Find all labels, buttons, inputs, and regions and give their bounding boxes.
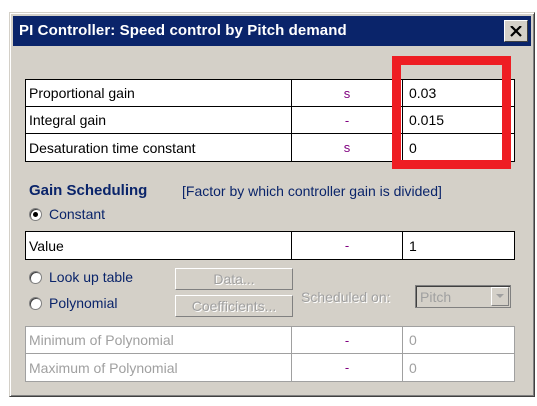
dropdown-arrow-button[interactable]: [491, 287, 509, 306]
value-grid: Value - 1: [25, 231, 515, 260]
data-button[interactable]: Data...: [175, 268, 293, 290]
param-row-desaturation-time: Desaturation time constant s 0: [26, 134, 514, 161]
radio-checked-icon[interactable]: [29, 207, 42, 221]
param-row-integral-gain: Integral gain - 0.015: [26, 107, 514, 134]
parameter-grid: Proportional gain s 0.03 Integral gain -…: [25, 79, 515, 162]
poly-row-minimum: Minimum of Polynomial - 0: [26, 327, 514, 354]
gain-value-input[interactable]: 1: [403, 232, 514, 259]
chevron-down-icon: [496, 294, 504, 298]
close-icon: [510, 25, 522, 37]
constant-label: Constant: [49, 206, 106, 222]
gain-scheduling-heading: Gain Scheduling: [29, 182, 148, 199]
value-unit: -: [292, 232, 403, 259]
scheduled-on-select[interactable]: Pitch: [415, 285, 511, 308]
polynomial-radio[interactable]: Polynomial: [29, 295, 117, 311]
param-label: Proportional gain: [26, 80, 292, 106]
polynomial-grid: Minimum of Polynomial - 0 Maximum of Pol…: [25, 326, 515, 382]
value-row: Value - 1: [26, 232, 514, 259]
proportional-gain-input[interactable]: 0.03: [403, 80, 514, 106]
poly-max-input[interactable]: 0: [403, 354, 514, 381]
poly-unit: -: [292, 327, 403, 353]
close-button[interactable]: [504, 20, 528, 42]
polynomial-label: Polynomial: [49, 295, 118, 311]
value-label: Value: [26, 232, 292, 259]
radio-unchecked-icon[interactable]: [29, 270, 42, 284]
constant-radio[interactable]: Constant: [29, 206, 105, 222]
desaturation-time-input[interactable]: 0: [403, 134, 514, 161]
poly-unit: -: [292, 354, 403, 381]
scheduled-on-value: Pitch: [420, 289, 452, 305]
lookup-table-label: Look up table: [49, 269, 134, 285]
param-label: Desaturation time constant: [26, 134, 292, 161]
param-row-proportional-gain: Proportional gain s 0.03: [26, 80, 514, 107]
poly-label: Minimum of Polynomial: [26, 327, 292, 353]
gain-scheduling-note: [Factor by which controller gain is divi…: [182, 183, 442, 199]
window-title: PI Controller: Speed control by Pitch de…: [19, 22, 347, 39]
integral-gain-input[interactable]: 0.015: [403, 107, 514, 133]
param-unit: s: [292, 134, 403, 161]
coefficients-button[interactable]: Coefficients...: [175, 295, 293, 317]
param-unit: -: [292, 107, 403, 133]
scheduled-on-label: Scheduled on:: [301, 289, 391, 305]
poly-row-maximum: Maximum of Polynomial - 0: [26, 354, 514, 381]
poly-label: Maximum of Polynomial: [26, 354, 292, 381]
lookup-table-radio[interactable]: Look up table: [29, 269, 133, 285]
title-bar[interactable]: PI Controller: Speed control by Pitch de…: [13, 16, 531, 46]
param-unit: s: [292, 80, 403, 106]
radio-unchecked-icon[interactable]: [29, 296, 42, 310]
poly-min-input[interactable]: 0: [403, 327, 514, 353]
param-label: Integral gain: [26, 107, 292, 133]
